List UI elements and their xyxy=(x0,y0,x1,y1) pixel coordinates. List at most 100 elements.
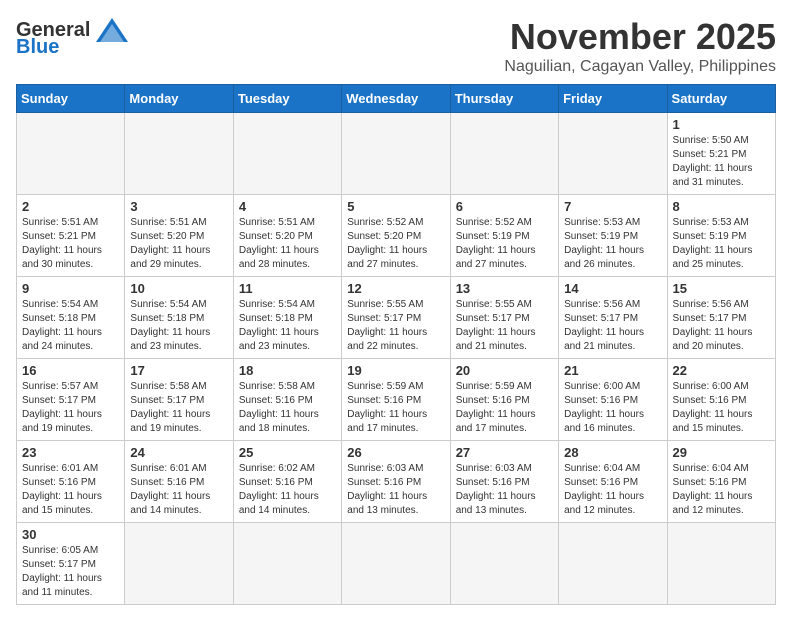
calendar-week-row: 23 Sunrise: 6:01 AMSunset: 5:16 PMDayligh… xyxy=(17,441,776,523)
day-number: 7 xyxy=(564,199,661,214)
day-number: 19 xyxy=(347,363,444,378)
calendar-day-cell xyxy=(125,523,233,605)
day-number: 11 xyxy=(239,281,336,296)
calendar-day-cell xyxy=(233,113,341,195)
day-info: Sunrise: 5:56 AMSunset: 5:17 PMDaylight:… xyxy=(564,298,661,354)
weekday-header-friday: Friday xyxy=(559,85,667,113)
calendar-week-row: 2Sunrise: 5:51 AMSunset: 5:21 PMDaylight… xyxy=(17,195,776,277)
month-title: November 2025 xyxy=(504,16,776,58)
calendar-day-cell: 11 Sunrise: 5:54 AMSunset: 5:18 PMDayligh… xyxy=(233,277,341,359)
day-number: 24 xyxy=(130,445,227,460)
day-info: Sunrise: 5:59 AMSunset: 5:16 PMDaylight:… xyxy=(456,380,553,436)
calendar-day-cell xyxy=(450,523,558,605)
calendar-day-cell xyxy=(559,113,667,195)
day-info: Sunrise: 5:53 AMSunset: 5:19 PMDaylight:… xyxy=(564,216,661,272)
logo: General Blue xyxy=(16,16,130,59)
calendar-day-cell xyxy=(125,113,233,195)
day-number: 4 xyxy=(239,199,336,214)
day-info: Sunrise: 5:58 AMSunset: 5:16 PMDaylight:… xyxy=(239,380,336,436)
day-number: 29 xyxy=(673,445,770,460)
calendar-day-cell: 3 Sunrise: 5:51 AMSunset: 5:20 PMDaylight… xyxy=(125,195,233,277)
calendar-day-cell xyxy=(559,523,667,605)
day-number: 12 xyxy=(347,281,444,296)
day-info: Sunrise: 6:03 AMSunset: 5:16 PMDaylight:… xyxy=(456,462,553,518)
weekday-header-tuesday: Tuesday xyxy=(233,85,341,113)
calendar-table: SundayMondayTuesdayWednesdayThursdayFrid… xyxy=(16,84,776,605)
day-info: Sunrise: 6:03 AMSunset: 5:16 PMDaylight:… xyxy=(347,462,444,518)
logo-icon xyxy=(94,16,130,44)
day-info: Sunrise: 5:51 AMSunset: 5:21 PMDaylight:… xyxy=(22,216,119,272)
calendar-day-cell: 15 Sunrise: 5:56 AMSunset: 5:17 PMDayligh… xyxy=(667,277,775,359)
day-info: Sunrise: 5:51 AMSunset: 5:20 PMDaylight:… xyxy=(130,216,227,272)
calendar-day-cell: 17Sunrise: 5:58 AMSunset: 5:17 PMDayligh… xyxy=(125,359,233,441)
calendar-day-cell xyxy=(233,523,341,605)
calendar-day-cell xyxy=(667,523,775,605)
day-number: 15 xyxy=(673,281,770,296)
calendar-week-row: 1Sunrise: 5:50 AMSunset: 5:21 PMDaylight… xyxy=(17,113,776,195)
calendar-day-cell: 30 Sunrise: 6:05 AMSunset: 5:17 PMDayligh… xyxy=(17,523,125,605)
day-info: Sunrise: 6:00 AMSunset: 5:16 PMDaylight:… xyxy=(564,380,661,436)
location-title: Naguilian, Cagayan Valley, Philippines xyxy=(504,58,776,76)
day-number: 18 xyxy=(239,363,336,378)
day-number: 21 xyxy=(564,363,661,378)
day-info: Sunrise: 5:55 AMSunset: 5:17 PMDaylight:… xyxy=(456,298,553,354)
day-info: Sunrise: 6:01 AMSunset: 5:16 PMDaylight:… xyxy=(22,462,119,518)
calendar-day-cell: 12Sunrise: 5:55 AMSunset: 5:17 PMDayligh… xyxy=(342,277,450,359)
calendar-day-cell: 2Sunrise: 5:51 AMSunset: 5:21 PMDaylight… xyxy=(17,195,125,277)
calendar-day-cell xyxy=(17,113,125,195)
day-info: Sunrise: 5:54 AMSunset: 5:18 PMDaylight:… xyxy=(130,298,227,354)
day-number: 26 xyxy=(347,445,444,460)
calendar-week-row: 9Sunrise: 5:54 AMSunset: 5:18 PMDaylight… xyxy=(17,277,776,359)
calendar-day-cell: 18 Sunrise: 5:58 AMSunset: 5:16 PMDayligh… xyxy=(233,359,341,441)
day-number: 20 xyxy=(456,363,553,378)
weekday-header-thursday: Thursday xyxy=(450,85,558,113)
day-number: 1 xyxy=(673,117,770,132)
day-info: Sunrise: 5:54 AMSunset: 5:18 PMDaylight:… xyxy=(239,298,336,354)
calendar-day-cell: 5 Sunrise: 5:52 AMSunset: 5:20 PMDaylight… xyxy=(342,195,450,277)
page-header: General Blue November 2025 Naguilian, Ca… xyxy=(16,16,776,76)
day-info: Sunrise: 6:04 AMSunset: 5:16 PMDaylight:… xyxy=(673,462,770,518)
calendar-day-cell xyxy=(342,113,450,195)
calendar-day-cell: 14 Sunrise: 5:56 AMSunset: 5:17 PMDayligh… xyxy=(559,277,667,359)
day-info: Sunrise: 6:05 AMSunset: 5:17 PMDaylight:… xyxy=(22,544,119,600)
day-number: 14 xyxy=(564,281,661,296)
calendar-day-cell: 8Sunrise: 5:53 AMSunset: 5:19 PMDaylight… xyxy=(667,195,775,277)
day-info: Sunrise: 6:04 AMSunset: 5:16 PMDaylight:… xyxy=(564,462,661,518)
calendar-day-cell: 27Sunrise: 6:03 AMSunset: 5:16 PMDayligh… xyxy=(450,441,558,523)
day-number: 22 xyxy=(673,363,770,378)
day-number: 5 xyxy=(347,199,444,214)
title-section: November 2025 Naguilian, Cagayan Valley,… xyxy=(504,16,776,76)
day-info: Sunrise: 6:01 AMSunset: 5:16 PMDaylight:… xyxy=(130,462,227,518)
day-info: Sunrise: 5:54 AMSunset: 5:18 PMDaylight:… xyxy=(22,298,119,354)
day-info: Sunrise: 5:56 AMSunset: 5:17 PMDaylight:… xyxy=(673,298,770,354)
day-number: 13 xyxy=(456,281,553,296)
day-number: 30 xyxy=(22,527,119,542)
calendar-day-cell: 28Sunrise: 6:04 AMSunset: 5:16 PMDayligh… xyxy=(559,441,667,523)
day-number: 3 xyxy=(130,199,227,214)
calendar-day-cell: 20 Sunrise: 5:59 AMSunset: 5:16 PMDayligh… xyxy=(450,359,558,441)
day-number: 6 xyxy=(456,199,553,214)
calendar-week-row: 16Sunrise: 5:57 AMSunset: 5:17 PMDayligh… xyxy=(17,359,776,441)
calendar-day-cell: 23 Sunrise: 6:01 AMSunset: 5:16 PMDayligh… xyxy=(17,441,125,523)
calendar-day-cell: 26 Sunrise: 6:03 AMSunset: 5:16 PMDayligh… xyxy=(342,441,450,523)
day-info: Sunrise: 5:51 AMSunset: 5:20 PMDaylight:… xyxy=(239,216,336,272)
weekday-header-wednesday: Wednesday xyxy=(342,85,450,113)
day-number: 23 xyxy=(22,445,119,460)
day-number: 10 xyxy=(130,281,227,296)
calendar-day-cell: 1Sunrise: 5:50 AMSunset: 5:21 PMDaylight… xyxy=(667,113,775,195)
calendar-day-cell: 10 Sunrise: 5:54 AMSunset: 5:18 PMDayligh… xyxy=(125,277,233,359)
weekday-header-sunday: Sunday xyxy=(17,85,125,113)
day-info: Sunrise: 5:52 AMSunset: 5:20 PMDaylight:… xyxy=(347,216,444,272)
calendar-week-row: 30 Sunrise: 6:05 AMSunset: 5:17 PMDayligh… xyxy=(17,523,776,605)
day-number: 8 xyxy=(673,199,770,214)
calendar-day-cell xyxy=(450,113,558,195)
calendar-day-cell: 29 Sunrise: 6:04 AMSunset: 5:16 PMDayligh… xyxy=(667,441,775,523)
logo-text-blue: Blue xyxy=(16,36,59,59)
day-number: 25 xyxy=(239,445,336,460)
calendar-day-cell: 24 Sunrise: 6:01 AMSunset: 5:16 PMDayligh… xyxy=(125,441,233,523)
calendar-day-cell: 13 Sunrise: 5:55 AMSunset: 5:17 PMDayligh… xyxy=(450,277,558,359)
calendar-day-cell: 4 Sunrise: 5:51 AMSunset: 5:20 PMDaylight… xyxy=(233,195,341,277)
day-info: Sunrise: 5:58 AMSunset: 5:17 PMDaylight:… xyxy=(130,380,227,436)
calendar-day-cell: 9Sunrise: 5:54 AMSunset: 5:18 PMDaylight… xyxy=(17,277,125,359)
calendar-day-cell xyxy=(342,523,450,605)
